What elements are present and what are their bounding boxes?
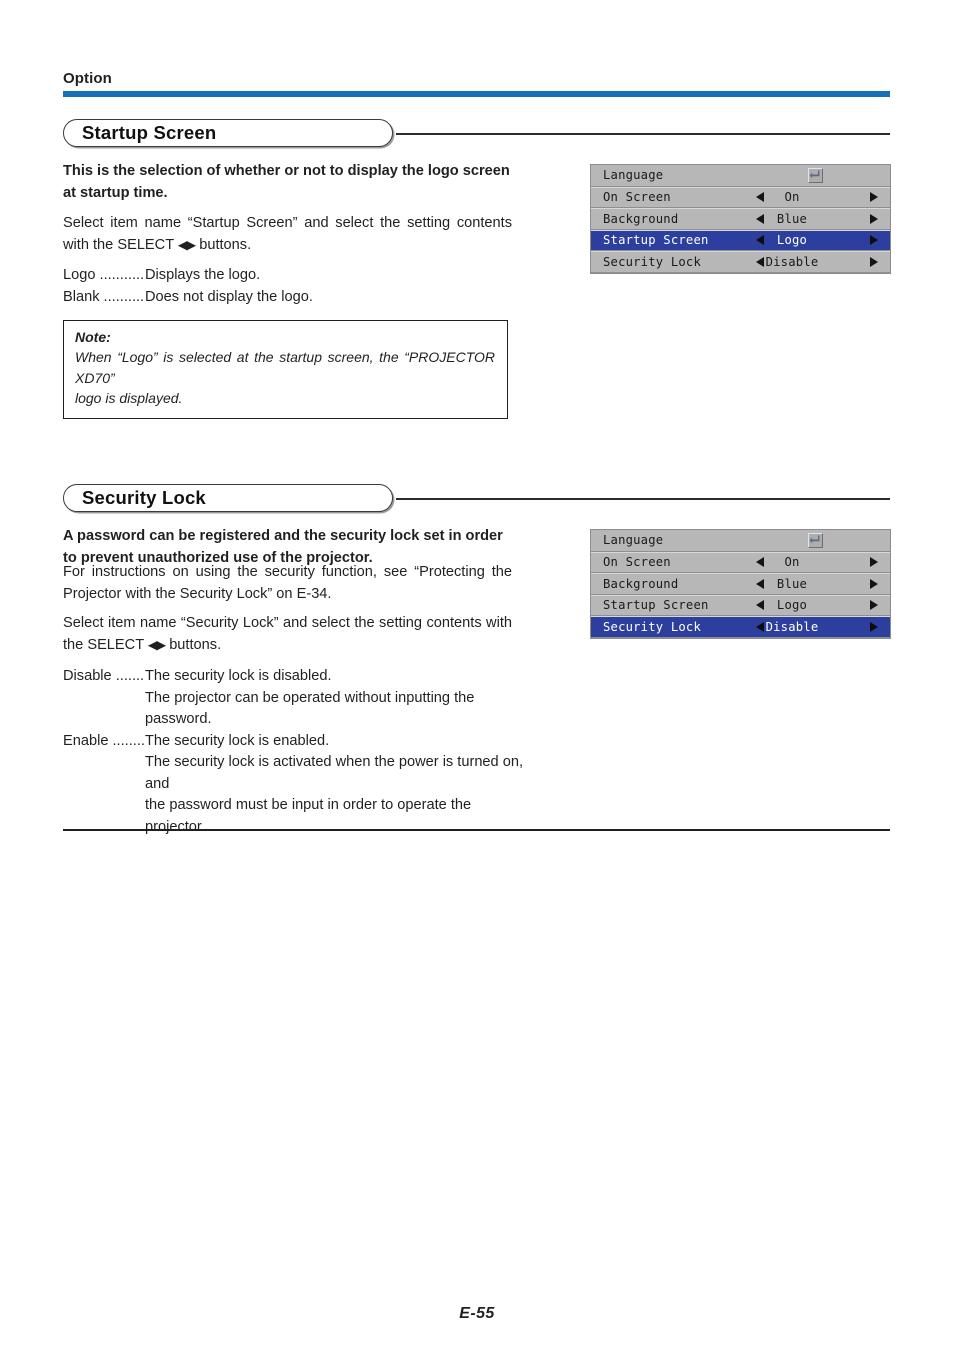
select-arrows-icon: ◀▶	[177, 237, 196, 252]
left-arrow-icon[interactable]	[756, 192, 764, 203]
left-arrow-icon[interactable]	[756, 621, 764, 632]
startup-option-term-0: Logo ...........	[63, 267, 145, 283]
security-reference-line-1: For instructions on using the security f…	[63, 564, 512, 580]
section-rule-security-lock	[396, 498, 890, 500]
security-option-list: Disable ....... The security lock is dis…	[63, 666, 523, 838]
right-arrow-icon[interactable]	[870, 192, 878, 203]
osd-row-security-lock[interactable]: Security Lock Disable	[591, 251, 890, 273]
right-arrow-icon[interactable]	[870, 235, 878, 246]
security-intro-line-1: A password can be registered and the sec…	[63, 528, 503, 544]
security-instruction-line-2: the SELECT ◀▶ buttons.	[63, 635, 512, 657]
startup-instruction-line-2b: buttons.	[195, 236, 252, 253]
security-option-term-1: Enable .........	[63, 732, 145, 749]
list-item: Logo ........... Displays the logo.	[63, 265, 523, 287]
startup-instruction-line-2: with the SELECT ◀▶ buttons.	[63, 235, 512, 257]
list-item: Blank .......... Does not display the lo…	[63, 287, 523, 309]
section-rule-startup-screen	[396, 133, 890, 135]
note-body-line-2: logo is displayed.	[75, 390, 183, 406]
startup-option-term-1: Blank ..........	[63, 288, 145, 305]
security-reference-line-2: Projector with the Security Lock” on E-3…	[63, 585, 332, 602]
security-option-cont-1: The security lock is activated when the …	[145, 754, 524, 792]
startup-intro-bold: This is the selection of whether or not …	[63, 161, 512, 204]
security-reference: For instructions on using the security f…	[63, 562, 512, 605]
section-header-startup-screen: Startup Screen	[63, 119, 890, 149]
left-arrow-icon[interactable]	[756, 256, 764, 267]
osd-row-label: Startup Screen	[603, 598, 709, 613]
osd-row-language[interactable]: Language	[591, 165, 890, 187]
startup-instruction-line-1: Select item name “Startup Screen” and se…	[63, 215, 512, 231]
left-arrow-icon[interactable]	[756, 578, 764, 589]
security-option-desc-0: The security lock is disabled.	[145, 668, 332, 684]
section-header-security-lock: Security Lock	[63, 484, 890, 514]
manual-page: Option Startup Screen This is the select…	[0, 0, 954, 1348]
security-option-desc-1: The security lock is enabled.	[145, 732, 330, 749]
enter-icon[interactable]	[808, 533, 823, 548]
right-arrow-icon[interactable]	[870, 600, 878, 611]
osd-row-label: Language	[603, 168, 664, 183]
section-title-startup-screen: Startup Screen	[82, 122, 217, 143]
note-body: When “Logo” is selected at the startup s…	[75, 347, 495, 409]
left-arrow-icon[interactable]	[756, 600, 764, 611]
osd-row-security-lock[interactable]: Security Lock Disable	[591, 616, 890, 638]
startup-instruction-line-2a: with the SELECT	[63, 236, 178, 253]
security-instruction-line-1: Select item name “Security Lock” and sel…	[63, 615, 512, 631]
left-arrow-icon[interactable]	[756, 213, 764, 224]
security-instruction-line-2a: the SELECT	[63, 636, 148, 653]
left-arrow-icon[interactable]	[756, 557, 764, 568]
security-option-cont-0: The projector can be operated without in…	[145, 689, 475, 728]
running-head: Option	[63, 70, 112, 87]
startup-intro-line-2: at startup time.	[63, 184, 168, 201]
osd-row-label: Security Lock	[603, 619, 701, 634]
osd-row-on-screen[interactable]: On Screen On	[591, 551, 890, 573]
security-option-cont-2: the password must be input in order to o…	[145, 797, 472, 835]
osd-menu-security-lock[interactable]: Language On Screen On Background Blue Startup…	[590, 529, 891, 639]
osd-row-label: On Screen	[603, 555, 671, 570]
note-title: Note:	[75, 329, 111, 345]
osd-row-startup-screen[interactable]: Startup Screen Logo	[591, 229, 890, 251]
list-item: Disable ....... The security lock is dis…	[63, 666, 523, 688]
osd-row-label: Language	[603, 533, 664, 548]
enter-icon[interactable]	[808, 168, 823, 183]
osd-row-label: Startup Screen	[603, 233, 709, 248]
right-arrow-icon[interactable]	[870, 621, 878, 632]
footer-rule	[63, 829, 890, 831]
security-instruction-line-2b: buttons.	[165, 636, 222, 653]
osd-row-language[interactable]: Language	[591, 530, 890, 552]
note-box-startup-screen: Note: When “Logo” is selected at the sta…	[63, 320, 508, 419]
osd-row-background[interactable]: Background Blue	[591, 573, 890, 595]
right-arrow-icon[interactable]	[870, 213, 878, 224]
startup-option-desc-1: Does not display the logo.	[145, 288, 313, 305]
osd-row-on-screen[interactable]: On Screen On	[591, 186, 890, 208]
page-number: E-55	[459, 1305, 495, 1322]
select-arrows-icon: ◀▶	[147, 637, 166, 652]
osd-row-label: On Screen	[603, 190, 671, 205]
startup-instruction: Select item name “Startup Screen” and se…	[63, 213, 512, 256]
list-item: Enable ......... The security lock is en…	[63, 731, 523, 753]
right-arrow-icon[interactable]	[870, 256, 878, 267]
osd-row-label: Security Lock	[603, 254, 701, 269]
note-body-line-1: When “Logo” is selected at the startup s…	[75, 349, 495, 386]
osd-menu-startup-screen[interactable]: Language On Screen On Background Blue Startup…	[590, 164, 891, 274]
security-instruction: Select item name “Security Lock” and sel…	[63, 613, 512, 656]
right-arrow-icon[interactable]	[870, 557, 878, 568]
osd-row-label: Background	[603, 211, 679, 226]
osd-row-background[interactable]: Background Blue	[591, 208, 890, 230]
security-option-term-0: Disable .......	[63, 668, 145, 684]
startup-intro-line-1: This is the selection of whether or not …	[63, 163, 510, 179]
osd-row-startup-screen[interactable]: Startup Screen Logo	[591, 594, 890, 616]
startup-option-desc-0: Displays the logo.	[145, 267, 261, 283]
osd-row-label: Background	[603, 576, 679, 591]
right-arrow-icon[interactable]	[870, 578, 878, 589]
section-title-security-lock: Security Lock	[82, 487, 206, 508]
header-accent-rule	[63, 91, 890, 97]
left-arrow-icon[interactable]	[756, 235, 764, 246]
startup-option-list: Logo ........... Displays the logo. Blan…	[63, 265, 523, 308]
